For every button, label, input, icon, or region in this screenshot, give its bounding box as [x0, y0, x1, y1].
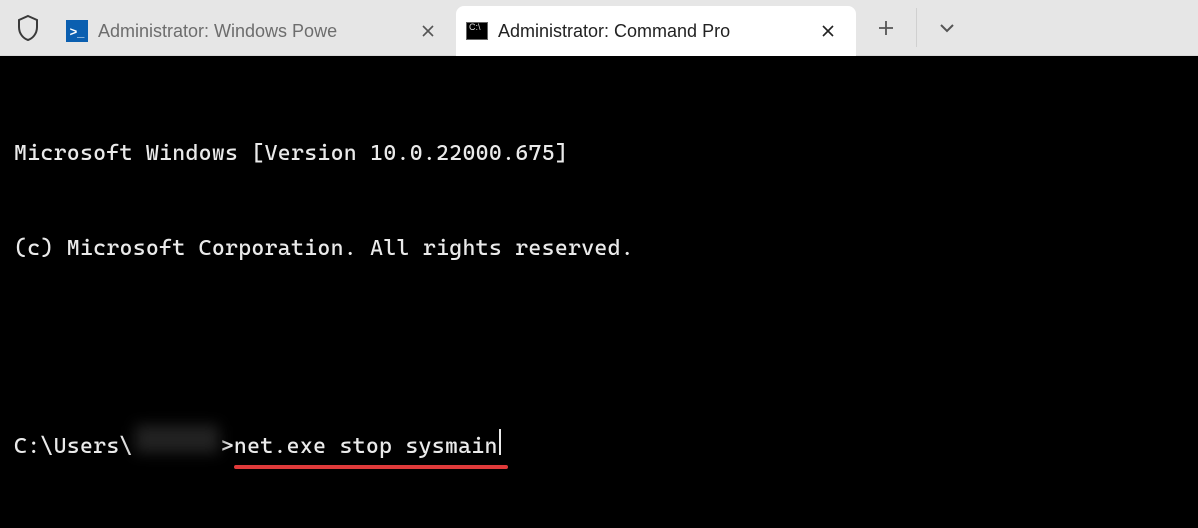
terminal-line: (c) Microsoft Corporation. All rights re… — [14, 233, 1184, 265]
tab-powershell[interactable]: >_ Administrator: Windows Powe — [56, 6, 456, 56]
command-text: net.exe stop sysmain — [234, 431, 498, 463]
terminal-output[interactable]: Microsoft Windows [Version 10.0.22000.67… — [0, 56, 1198, 528]
tab-title: Administrator: Command Pro — [498, 21, 804, 42]
text-cursor — [499, 429, 501, 455]
shield-icon — [0, 0, 56, 55]
tab-cmd[interactable]: C:\ Administrator: Command Pro — [456, 6, 856, 56]
close-icon[interactable] — [414, 17, 442, 45]
new-tab-button[interactable] — [856, 0, 916, 55]
annotation-underline — [234, 465, 508, 469]
powershell-icon: >_ — [66, 20, 88, 42]
prompt-line: C:\Users\ >net.exe stop sysmain — [14, 425, 1184, 463]
redacted-username — [135, 425, 219, 453]
close-icon[interactable] — [814, 17, 842, 45]
terminal-line: Microsoft Windows [Version 10.0.22000.67… — [14, 138, 1184, 170]
tab-bar: >_ Administrator: Windows Powe C:\ Admin… — [0, 0, 1198, 56]
blank-line — [14, 329, 1184, 361]
cmd-icon: C:\ — [466, 20, 488, 42]
prompt-prefix: C:\Users\ — [14, 431, 133, 463]
prompt-suffix: > — [221, 431, 234, 463]
tab-dropdown[interactable] — [917, 0, 977, 55]
tab-title: Administrator: Windows Powe — [98, 21, 404, 42]
